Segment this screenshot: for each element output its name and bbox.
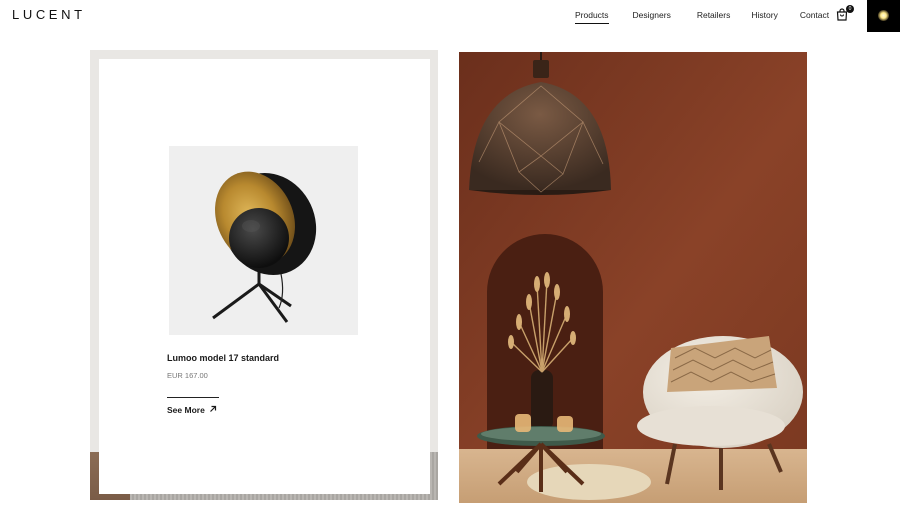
cart-button[interactable]: 0 (836, 5, 854, 22)
main-nav: Products Designers Retailers History Con… (575, 10, 829, 24)
arrow-up-right-icon (209, 405, 217, 415)
nav-item-designers[interactable]: Designers (633, 10, 671, 24)
site-header: LUCENT Products Designers Retailers Hist… (0, 0, 900, 34)
nav-item-products[interactable]: Products (575, 10, 609, 24)
interior-hero-image (459, 52, 807, 503)
product-price: EUR 167.00 (167, 371, 208, 380)
nav-item-contact[interactable]: Contact (800, 10, 829, 24)
see-more-link[interactable]: See More (167, 397, 219, 415)
pendant-lamp-cap (533, 60, 549, 78)
brand-logo[interactable]: LUCENT (12, 7, 86, 22)
lamp-light-toggle[interactable] (867, 0, 900, 32)
interior-scene (459, 52, 807, 503)
product-card: Lumoo model 17 standard EUR 167.00 See M… (99, 59, 430, 494)
cart-count-badge: 0 (846, 5, 854, 13)
floor-lamp-icon (212, 171, 317, 323)
product-name[interactable]: Lumoo model 17 standard (167, 353, 279, 363)
vase (531, 370, 553, 430)
nav-item-retailers[interactable]: Retailers (697, 10, 731, 24)
lamp-glow-icon (878, 10, 889, 21)
see-more-label: See More (167, 405, 205, 415)
product-image[interactable] (169, 146, 358, 335)
round-rug (527, 464, 651, 500)
nav-item-history[interactable]: History (751, 10, 777, 24)
